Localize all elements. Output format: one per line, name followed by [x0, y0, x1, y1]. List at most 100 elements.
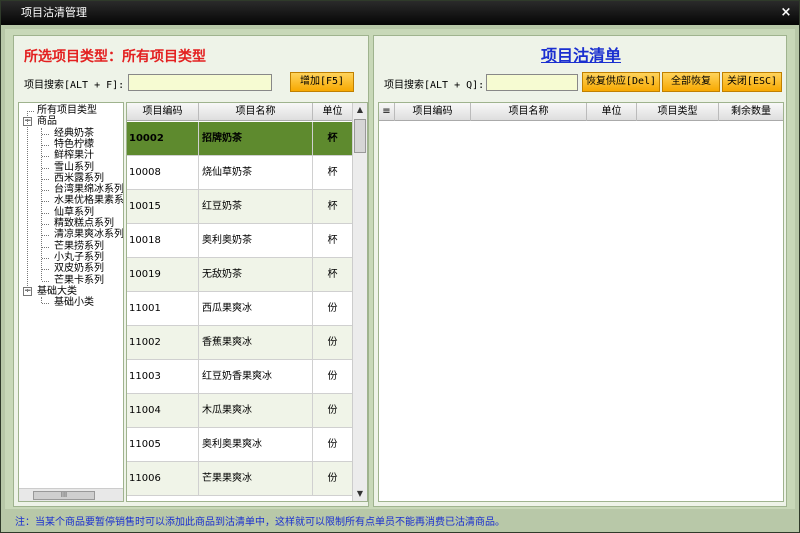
scroll-thumb[interactable]: [354, 119, 366, 153]
tree-item-subcategory[interactable]: 台湾果绵冰系列: [54, 184, 123, 195]
cell-unit: 杯: [313, 122, 353, 156]
cell-item-name: 红豆奶香果爽冰: [199, 360, 313, 394]
cell-unit: 杯: [313, 258, 353, 292]
table-row[interactable]: 11004 木瓜果爽冰份: [127, 394, 353, 428]
tree-item-subcategory[interactable]: 雪山系列: [54, 162, 94, 173]
cell-unit: 份: [313, 462, 353, 496]
scroll-down-icon[interactable]: ▼: [354, 487, 366, 501]
tree-item-subcategory[interactable]: 小丸子系列: [54, 252, 104, 263]
left-search-input[interactable]: [128, 74, 272, 91]
tree-connector: [42, 178, 49, 180]
category-tree[interactable]: 所有项目类型 − 商品 经典奶茶 特色柠檬 鲜榨果汁 雪山系列 西米露系列 台湾果绵冰系列 水果优…: [18, 102, 124, 502]
tree-connector: [42, 257, 49, 259]
table-row[interactable]: 11005 奥利奥果爽冰份: [127, 428, 353, 462]
right-panel: 项目沽清单 项目搜索[ALT + Q]: 恢复供应[Del] 全部恢复 关闭[E…: [373, 35, 787, 507]
cell-item-name: 奥利奥奶茶: [199, 224, 313, 258]
header-item-type[interactable]: 项目类型: [637, 103, 719, 121]
cell-item-name: 奥利奥果爽冰: [199, 428, 313, 462]
table-row[interactable]: 11006 芒果果爽冰份: [127, 462, 353, 496]
close-button[interactable]: 关闭[ESC]: [722, 72, 782, 92]
cell-item-code: 10015: [127, 190, 199, 224]
tree-connector: [42, 190, 49, 192]
cell-item-name: 香蕉果爽冰: [199, 326, 313, 360]
title-bar: 项目沽清管理 ×: [1, 1, 799, 25]
cell-unit: 份: [313, 428, 353, 462]
header-item-name[interactable]: 项目名称: [471, 103, 587, 121]
cell-item-name: 招牌奶茶: [199, 122, 313, 156]
tree-item-subcategory[interactable]: 仙草系列: [54, 207, 94, 218]
cell-item-name: 红豆奶茶: [199, 190, 313, 224]
tree-item-subcategory[interactable]: 清凉果爽冰系列: [54, 229, 123, 240]
tree-connector: [42, 144, 49, 146]
cell-item-code: 11002: [127, 326, 199, 360]
tree-item-goods[interactable]: 商品: [37, 116, 57, 127]
tree-connector: [42, 212, 49, 214]
tree-item-base-subcategory[interactable]: 基础小类: [54, 297, 94, 308]
left-panel: 所选项目类型：所有项目类型 项目搜索[ALT + F]: 增加[F5] 所有项目…: [13, 35, 369, 507]
tree-item-all-types[interactable]: 所有项目类型: [37, 105, 97, 116]
clearance-list-title[interactable]: 项目沽清单: [374, 42, 788, 66]
tree-connector: [27, 111, 34, 112]
tree-connector: [42, 133, 49, 135]
left-search-label: 项目搜索[ALT + F]:: [24, 80, 125, 91]
table-row[interactable]: 10018 奥利奥奶茶杯: [127, 224, 353, 258]
tree-connector: [27, 111, 28, 292]
tree-item-subcategory[interactable]: 双皮奶系列: [54, 263, 104, 274]
tree-connector: [42, 201, 49, 203]
cell-unit: 份: [313, 394, 353, 428]
header-unit[interactable]: 单位: [313, 103, 353, 121]
tree-item-subcategory[interactable]: 精致糕点系列: [54, 218, 114, 229]
cell-item-code: 10019: [127, 258, 199, 292]
header-item-name[interactable]: 项目名称: [199, 103, 313, 121]
tree-item-base-category[interactable]: 基础大类: [37, 286, 77, 297]
cell-item-name: 无敌奶茶: [199, 258, 313, 292]
tree-item-subcategory[interactable]: 芒果捞系列: [54, 241, 104, 252]
tree-connector: [42, 235, 49, 237]
table-row[interactable]: 10002 招牌奶茶杯: [127, 122, 353, 156]
cell-unit: 份: [313, 326, 353, 360]
tree-item-subcategory[interactable]: 特色柠檬: [54, 139, 94, 150]
cell-item-code: 10008: [127, 156, 199, 190]
window-title: 项目沽清管理: [21, 6, 87, 19]
cell-unit: 份: [313, 292, 353, 326]
close-icon[interactable]: ×: [779, 1, 793, 25]
cell-unit: 杯: [313, 190, 353, 224]
tree-item-subcategory[interactable]: 水果优格果素系列: [54, 195, 123, 206]
table-row[interactable]: 11003 红豆奶香果爽冰份: [127, 360, 353, 394]
table-row[interactable]: 11001 西瓜果爽冰份: [127, 292, 353, 326]
tree-item-subcategory[interactable]: 经典奶茶: [54, 128, 94, 139]
restore-supply-button[interactable]: 恢复供应[Del]: [582, 72, 660, 92]
item-grid[interactable]: 项目编码 项目名称 单位 10002 招牌奶茶杯 10008 烧仙草奶茶杯 10015 红…: [126, 102, 368, 502]
scroll-up-icon[interactable]: ▲: [354, 103, 366, 117]
cell-item-code: 10018: [127, 224, 199, 258]
tree-horizontal-scrollbar[interactable]: III: [19, 488, 123, 501]
table-row[interactable]: 10019 无敌奶茶杯: [127, 258, 353, 292]
header-unit[interactable]: 单位: [587, 103, 637, 121]
header-item-code[interactable]: 项目编码: [127, 103, 199, 121]
item-grid-header: 项目编码 项目名称 单位: [127, 103, 353, 121]
table-row[interactable]: 11002 香蕉果爽冰份: [127, 326, 353, 360]
cell-item-code: 11005: [127, 428, 199, 462]
add-button[interactable]: 增加[F5]: [290, 72, 354, 92]
footer-note: 注：当某个商品要暂停销售时可以添加此商品到沽清单中，这样就可以限制所有点单员不能…: [15, 517, 505, 528]
column-menu-icon[interactable]: ≡: [379, 103, 395, 121]
tree-connector: [42, 246, 49, 248]
cell-item-code: 11006: [127, 462, 199, 496]
tree-connector: [42, 156, 49, 158]
tree-item-subcategory[interactable]: 鲜榨果汁: [54, 150, 94, 161]
cell-item-name: 芒果果爽冰: [199, 462, 313, 496]
tree-scroll-thumb[interactable]: III: [33, 491, 95, 500]
tree-connector: [42, 269, 49, 271]
selected-type-title: 所选项目类型：所有项目类型: [24, 49, 206, 65]
header-remaining-qty[interactable]: 剩余数量: [719, 103, 783, 121]
clearance-grid[interactable]: ≡ 项目编码 项目名称 单位 项目类型 剩余数量: [378, 102, 784, 502]
item-grid-scrollbar[interactable]: ▲ ▼: [352, 103, 367, 501]
tree-item-subcategory[interactable]: 西米露系列: [54, 173, 104, 184]
table-row[interactable]: 10015 红豆奶茶杯: [127, 190, 353, 224]
tree-connector: [41, 297, 42, 304]
tree-item-subcategory[interactable]: 芒果卡系列: [54, 275, 104, 286]
restore-all-button[interactable]: 全部恢复: [662, 72, 720, 92]
table-row[interactable]: 10008 烧仙草奶茶杯: [127, 156, 353, 190]
header-item-code[interactable]: 项目编码: [395, 103, 471, 121]
right-search-input[interactable]: [486, 74, 578, 91]
